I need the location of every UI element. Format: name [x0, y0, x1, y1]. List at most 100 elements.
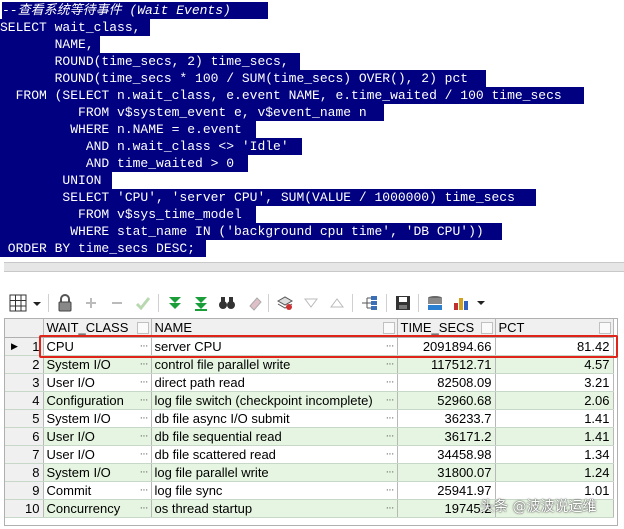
column-header-name[interactable]: NAME [151, 319, 398, 338]
cell-wait-class[interactable]: User I/O ··· [43, 445, 152, 464]
row-number[interactable]: 7 [5, 445, 44, 464]
query-by-example-icon[interactable] [274, 292, 296, 314]
post-changes-icon[interactable] [132, 292, 154, 314]
cell-pct[interactable]: 1.41 [495, 409, 614, 428]
cell-ellipsis-button[interactable]: ··· [386, 428, 395, 445]
cell-wait-class[interactable]: User I/O ··· [43, 427, 152, 446]
cell-ellipsis-button[interactable]: ··· [140, 500, 149, 517]
column-header-pct[interactable]: PCT [495, 319, 614, 338]
add-row-icon[interactable] [80, 292, 102, 314]
cell-name[interactable]: server CPU ··· [151, 337, 398, 356]
cell-ellipsis-button[interactable]: ··· [140, 446, 149, 463]
row-number[interactable]: 4 [5, 391, 44, 410]
cell-ellipsis-button[interactable]: ··· [386, 410, 395, 427]
grid-view-icon[interactable] [8, 292, 44, 314]
cell-name[interactable]: db file scattered read ··· [151, 445, 398, 464]
cell-wait-class[interactable]: Configuration ··· [43, 391, 152, 410]
cell-ellipsis-button[interactable]: ··· [140, 428, 149, 445]
cell-ellipsis-button[interactable]: ··· [386, 464, 395, 481]
row-number[interactable]: 8 [5, 463, 44, 482]
row-number[interactable]: 5 [5, 409, 44, 428]
cell-pct[interactable]: 2.06 [495, 391, 614, 410]
column-menu-button[interactable] [136, 322, 149, 334]
cell-ellipsis-button[interactable]: ··· [140, 482, 149, 499]
lock-icon[interactable] [54, 292, 76, 314]
cell-ellipsis-button[interactable]: ··· [140, 338, 149, 355]
table-row[interactable]: ▶ 1 CPU ··· server CPU ··· 2091894.66 81.42 [5, 337, 614, 356]
table-row[interactable]: 5 System I/O ··· db file async I/O submit ··… [5, 409, 614, 428]
cell-name[interactable]: os thread startup ··· [151, 499, 398, 518]
cell-pct[interactable]: 3.21 [495, 373, 614, 392]
column-header-wait-class[interactable]: WAIT_CLASS [43, 319, 152, 338]
column-menu-button[interactable] [480, 322, 493, 334]
cell-wait-class[interactable]: User I/O ··· [43, 373, 152, 392]
row-number[interactable]: 2 [5, 355, 44, 374]
table-row[interactable]: 3 User I/O ··· direct path read ··· 82508.09 3… [5, 373, 614, 392]
sort-ascending-icon[interactable] [326, 292, 348, 314]
cell-time-secs[interactable]: 117512.71 [397, 355, 496, 374]
cell-pct[interactable]: 1.24 [495, 463, 614, 482]
cell-name[interactable]: db file sequential read ··· [151, 427, 398, 446]
cell-ellipsis-button[interactable]: ··· [386, 482, 395, 499]
cell-ellipsis-button[interactable]: ··· [386, 374, 395, 391]
cell-wait-class[interactable]: CPU ··· [43, 337, 152, 356]
row-number[interactable]: 10 [5, 499, 44, 518]
cell-pct[interactable]: 1.34 [495, 445, 614, 464]
save-icon[interactable] [392, 292, 414, 314]
cell-name[interactable]: log file sync ··· [151, 481, 398, 500]
sql-editor[interactable]: --查看系统等待事件 (Wait Events) SELECT wait_clas… [0, 0, 624, 258]
cell-ellipsis-button[interactable]: ··· [386, 446, 395, 463]
cell-ellipsis-button[interactable]: ··· [386, 338, 395, 355]
cell-ellipsis-button[interactable]: ··· [386, 392, 395, 409]
row-number[interactable]: 3 [5, 373, 44, 392]
cell-wait-class[interactable]: Concurrency ··· [43, 499, 152, 518]
column-menu-button[interactable] [382, 322, 395, 334]
table-row[interactable]: 4 Configuration ··· log file switch (checkp… [5, 391, 614, 410]
table-row[interactable]: 2 System I/O ··· control file parallel writ… [5, 355, 614, 374]
delete-row-icon[interactable] [106, 292, 128, 314]
cell-pct[interactable]: 81.42 [495, 337, 614, 356]
clear-eraser-icon[interactable] [244, 292, 266, 314]
cell-ellipsis-button[interactable]: ··· [140, 356, 149, 373]
find-binoculars-icon[interactable] [216, 292, 238, 314]
export-icon[interactable] [424, 292, 446, 314]
pane-splitter[interactable] [0, 258, 624, 282]
cell-ellipsis-button[interactable]: ··· [140, 374, 149, 391]
splitter-bar[interactable] [4, 262, 624, 272]
tree-view-icon[interactable] [358, 292, 380, 314]
chart-icon[interactable] [452, 292, 488, 314]
cell-time-secs[interactable]: 52960.68 [397, 391, 496, 410]
cell-time-secs[interactable]: 36233.7 [397, 409, 496, 428]
cell-wait-class[interactable]: Commit ··· [43, 481, 152, 500]
cell-wait-class[interactable]: System I/O ··· [43, 409, 152, 428]
cell-time-secs[interactable]: 34458.98 [397, 445, 496, 464]
cell-ellipsis-button[interactable]: ··· [140, 392, 149, 409]
table-row[interactable]: 8 System I/O ··· log file parallel write ···… [5, 463, 614, 482]
cell-time-secs[interactable]: 31800.07 [397, 463, 496, 482]
column-menu-button[interactable] [598, 322, 611, 334]
cell-name[interactable]: direct path read ··· [151, 373, 398, 392]
cell-name[interactable]: control file parallel write ··· [151, 355, 398, 374]
cell-ellipsis-button[interactable]: ··· [140, 464, 149, 481]
fetch-all-icon[interactable] [190, 292, 212, 314]
cell-time-secs[interactable]: 82508.09 [397, 373, 496, 392]
cell-pct[interactable]: 4.57 [495, 355, 614, 374]
sort-descending-icon[interactable] [300, 292, 322, 314]
cell-ellipsis-button[interactable]: ··· [386, 356, 395, 373]
cell-time-secs[interactable]: 2091894.66 [397, 337, 496, 356]
cell-time-secs[interactable]: 36171.2 [397, 427, 496, 446]
row-number[interactable]: 6 [5, 427, 44, 446]
cell-name[interactable]: log file parallel write ··· [151, 463, 398, 482]
row-number[interactable]: 9 [5, 481, 44, 500]
table-row[interactable]: 7 User I/O ··· db file scattered read ··· 344… [5, 445, 614, 464]
result-grid[interactable]: WAIT_CLASS NAME TIME_SECS PCT ▶ 1 CPU ··· se… [4, 318, 618, 526]
cell-ellipsis-button[interactable]: ··· [386, 500, 395, 517]
table-row[interactable]: 6 User I/O ··· db file sequential read ··· 36… [5, 427, 614, 446]
column-header-time-secs[interactable]: TIME_SECS [397, 319, 496, 338]
cell-name[interactable]: db file async I/O submit ··· [151, 409, 398, 428]
cell-name[interactable]: log file switch (checkpoint incomplete) ·… [151, 391, 398, 410]
cell-wait-class[interactable]: System I/O ··· [43, 355, 152, 374]
cell-wait-class[interactable]: System I/O ··· [43, 463, 152, 482]
row-number[interactable]: ▶ 1 [5, 337, 44, 356]
cell-pct[interactable]: 1.41 [495, 427, 614, 446]
